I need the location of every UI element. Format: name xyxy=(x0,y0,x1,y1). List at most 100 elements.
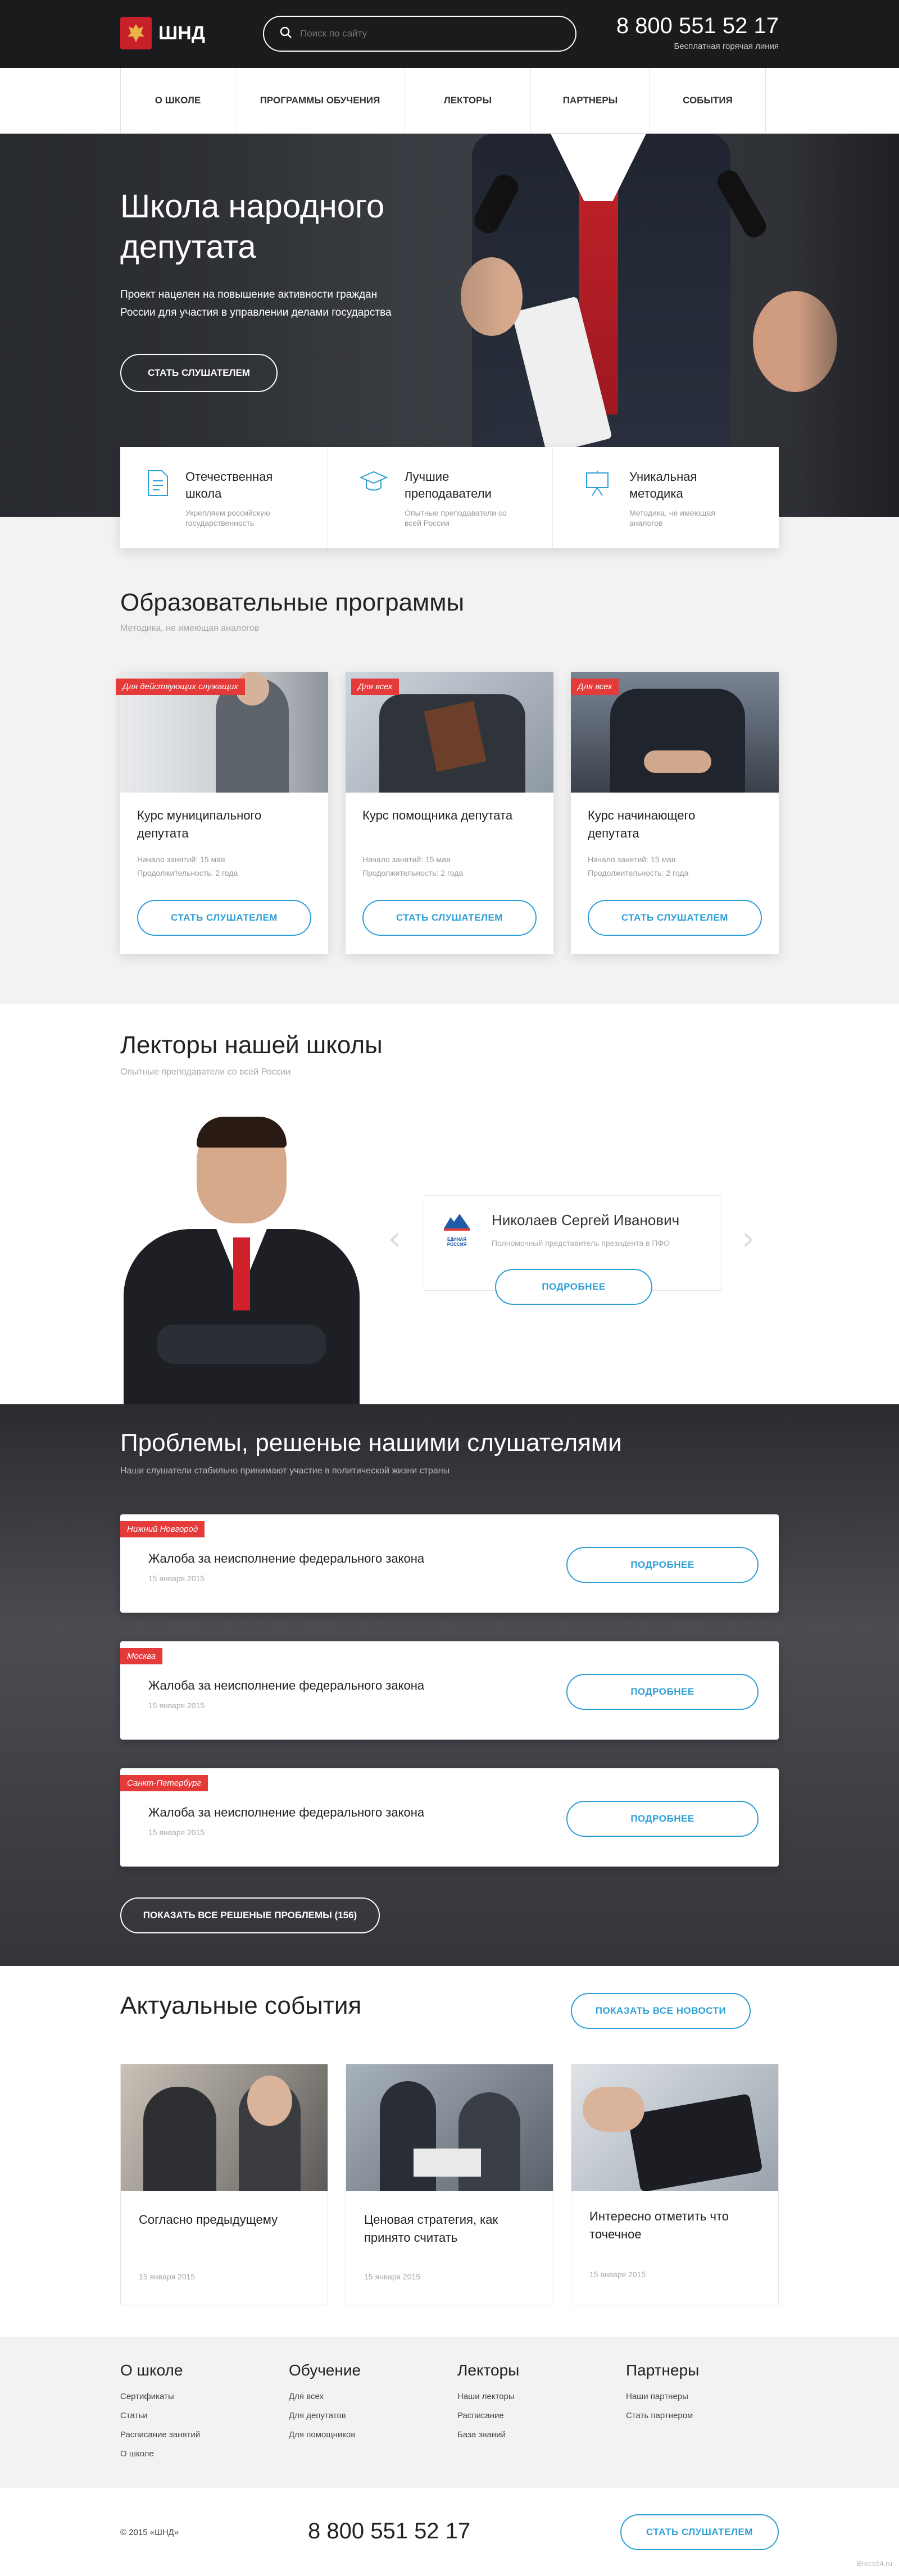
program-enroll-button[interactable]: СТАТЬ СЛУШАТЕЛЕМ xyxy=(362,900,537,936)
problem-city-tag: Москва xyxy=(120,1648,163,1664)
presentation-board-icon xyxy=(584,470,610,500)
feature-title: Отечественная школа xyxy=(185,470,273,500)
problem-date: 15 января 2015 xyxy=(148,1574,205,1583)
footer-column: Обучение Для всех Для депутатов Для помо… xyxy=(289,2361,361,2445)
top-bar: ШНД 8 800 551 52 17 Бесплатная горячая л… xyxy=(0,0,899,68)
program-start: Начало занятий: 15 мая xyxy=(588,855,676,864)
footer-column-title: Обучение xyxy=(289,2361,361,2379)
program-card[interactable]: Для всех Курс начинающего депутата Начал… xyxy=(571,672,779,954)
event-photo xyxy=(571,2064,778,2191)
section-title: Лекторы нашей школы xyxy=(120,1031,383,1059)
event-title-line2: принято считать xyxy=(364,2231,458,2245)
hotline-phone[interactable]: 8 800 551 52 17 xyxy=(616,13,779,39)
feature-item: Отечественная школа Укрепляем российскую… xyxy=(120,447,328,548)
footer-enroll-button[interactable]: СТАТЬ СЛУШАТЕЛЕМ xyxy=(620,2514,779,2550)
search-box[interactable] xyxy=(263,16,576,52)
carousel-prev-arrow[interactable]: ‹ xyxy=(388,1219,401,1258)
event-title-line1: Ценовая стратегия, как xyxy=(364,2213,498,2227)
show-all-news-button[interactable]: ПОКАЗАТЬ ВСЕ НОВОСТИ xyxy=(571,1993,751,2029)
event-title-line1: Согласно предыдущему xyxy=(139,2213,278,2227)
program-tag: Для действующих служащих xyxy=(116,679,245,695)
footer-link[interactable]: Стать партнером xyxy=(626,2406,699,2425)
nav-item-lecturers[interactable]: ЛЕКТОРЫ xyxy=(405,68,531,133)
footer-link[interactable]: О школе xyxy=(120,2445,200,2464)
footer-link[interactable]: Для помощников xyxy=(289,2425,361,2445)
program-start: Начало занятий: 15 мая xyxy=(362,855,451,864)
problems-section: Проблемы, решеные нашими слушателями Наш… xyxy=(0,1404,899,1966)
problem-card[interactable]: Москва Жалоба за неисполнение федерально… xyxy=(120,1641,779,1740)
event-date: 15 января 2015 xyxy=(589,2270,646,2279)
feature-item: Уникальная методика Методика, не имеющая… xyxy=(553,447,779,548)
footer-link[interactable]: Расписание занятий xyxy=(120,2425,200,2445)
hero-cta-button[interactable]: СТАТЬ СЛУШАТЕЛЕМ xyxy=(120,354,278,392)
program-enroll-button[interactable]: СТАТЬ СЛУШАТЕЛЕМ xyxy=(588,900,762,936)
carousel-next-arrow[interactable]: › xyxy=(742,1219,755,1258)
footer-link[interactable]: Сертификаты xyxy=(120,2387,200,2406)
program-duration: Продолжительность: 2 года xyxy=(137,868,238,877)
footer-phone[interactable]: 8 800 551 52 17 xyxy=(308,2519,470,2544)
problem-date: 15 января 2015 xyxy=(148,1828,205,1837)
graduation-cap-icon xyxy=(359,470,388,497)
footer-link[interactable]: Для депутатов xyxy=(289,2406,361,2425)
feature-desc: Укрепляем российскую государственность xyxy=(185,508,270,527)
lecturer-details-button[interactable]: ПОДРОБНЕЕ xyxy=(495,1269,652,1305)
program-enroll-button[interactable]: СТАТЬ СЛУШАТЕЛЕМ xyxy=(137,900,311,936)
footer-link[interactable]: Наши лекторы xyxy=(457,2387,519,2406)
problem-details-button[interactable]: ПОДРОБНЕЕ xyxy=(566,1547,759,1583)
hero-subtitle-line2: России для участия в управлении делами г… xyxy=(120,307,392,318)
site-credit[interactable]: Brecs54.ru xyxy=(857,2559,892,2568)
nav-item-events[interactable]: СОБЫТИЯ xyxy=(650,68,766,133)
lecturer-info-card: ЕДИНАЯ РОССИЯ Николаев Сергей Иванович П… xyxy=(424,1195,721,1305)
section-subtitle: Наши слушатели стабильно принимают участ… xyxy=(120,1466,450,1476)
features-panel: Отечественная школа Укрепляем российскую… xyxy=(120,447,779,548)
event-title-line2: точечное xyxy=(589,2227,642,2241)
footer-column-title: О школе xyxy=(120,2361,183,2379)
logo[interactable]: ШНД xyxy=(120,17,205,49)
problem-title: Жалоба за неисполнение федерального зако… xyxy=(148,1805,425,1819)
nav-item-about[interactable]: О ШКОЛЕ xyxy=(121,68,235,133)
footer-link[interactable]: Для всех xyxy=(289,2387,361,2406)
program-title: Курс помощника депутата xyxy=(362,808,513,822)
problem-card[interactable]: Санкт-Петербург Жалоба за неисполнение ф… xyxy=(120,1768,779,1867)
hero-title-line2: депутата xyxy=(120,229,256,265)
footer-link[interactable]: Наши партнеры xyxy=(626,2387,699,2406)
section-title: Проблемы, решеные нашими слушателями xyxy=(120,1429,622,1457)
footer-column: О школе Сертификаты Статьи Расписание за… xyxy=(120,2361,200,2464)
problem-date: 15 января 2015 xyxy=(148,1701,205,1710)
problem-title: Жалоба за неисполнение федерального зако… xyxy=(148,1551,425,1565)
event-title-line1: Интересно отметить что xyxy=(589,2209,729,2223)
nav-item-partners[interactable]: ПАРТНЕРЫ xyxy=(531,68,650,133)
footer-link[interactable]: Статьи xyxy=(120,2406,200,2425)
footer-link[interactable]: Расписание xyxy=(457,2406,519,2425)
program-start: Начало занятий: 15 мая xyxy=(137,855,225,864)
copyright: © 2015 «ШНД» xyxy=(120,2528,179,2537)
problem-card[interactable]: Нижний Новгород Жалоба за неисполнение ф… xyxy=(120,1514,779,1613)
event-card[interactable]: Интересно отметить что точечное 15 январ… xyxy=(571,2064,779,2305)
footer: О школе Сертификаты Статьи Расписание за… xyxy=(0,2337,899,2488)
footer-column-title: Лекторы xyxy=(457,2361,520,2379)
event-photo xyxy=(346,2064,553,2191)
program-tag: Для всех xyxy=(351,679,399,695)
event-card[interactable]: Согласно предыдущему 15 января 2015 xyxy=(120,2064,328,2305)
program-title: Курс начинающего депутата xyxy=(588,808,696,840)
problem-city-tag: Санкт-Петербург xyxy=(120,1775,208,1791)
feature-desc: Методика, не имеющая аналогов xyxy=(629,508,715,527)
lecturer-name: Николаев Сергей Иванович xyxy=(492,1212,680,1228)
event-date: 15 января 2015 xyxy=(139,2272,196,2281)
programs-section: Образовательные программы Методика, не и… xyxy=(0,517,899,1004)
party-logo-text: ЕДИНАЯ РОССИЯ xyxy=(447,1237,467,1247)
problem-details-button[interactable]: ПОДРОБНЕЕ xyxy=(566,1674,759,1710)
hero-subtitle-line1: Проект нацелен на повышение активности г… xyxy=(120,289,378,301)
problem-details-button[interactable]: ПОДРОБНЕЕ xyxy=(566,1801,759,1837)
program-card[interactable]: Для всех Курс помощника депутата Начало … xyxy=(346,672,553,954)
program-tag: Для всех xyxy=(571,679,619,695)
main-nav: О ШКОЛЕ ПРОГРАММЫ ОБУЧЕНИЯ ЛЕКТОРЫ ПАРТН… xyxy=(0,68,899,134)
show-all-problems-button[interactable]: ПОКАЗАТЬ ВСЕ РЕШЕНЫЕ ПРОБЛЕМЫ (156) xyxy=(120,1897,380,1933)
program-card[interactable]: Для действующих служащих Курс муниципаль… xyxy=(116,672,328,954)
footer-link[interactable]: База знаний xyxy=(457,2425,519,2445)
event-card[interactable]: Ценовая стратегия, как принято считать 1… xyxy=(346,2064,553,2305)
section-title: Актуальные события xyxy=(120,1992,362,2019)
search-input[interactable] xyxy=(300,28,547,39)
nav-item-programs[interactable]: ПРОГРАММЫ ОБУЧЕНИЯ xyxy=(235,68,405,133)
events-section: Актуальные события ПОКАЗАТЬ ВСЕ НОВОСТИ … xyxy=(0,1966,899,2337)
